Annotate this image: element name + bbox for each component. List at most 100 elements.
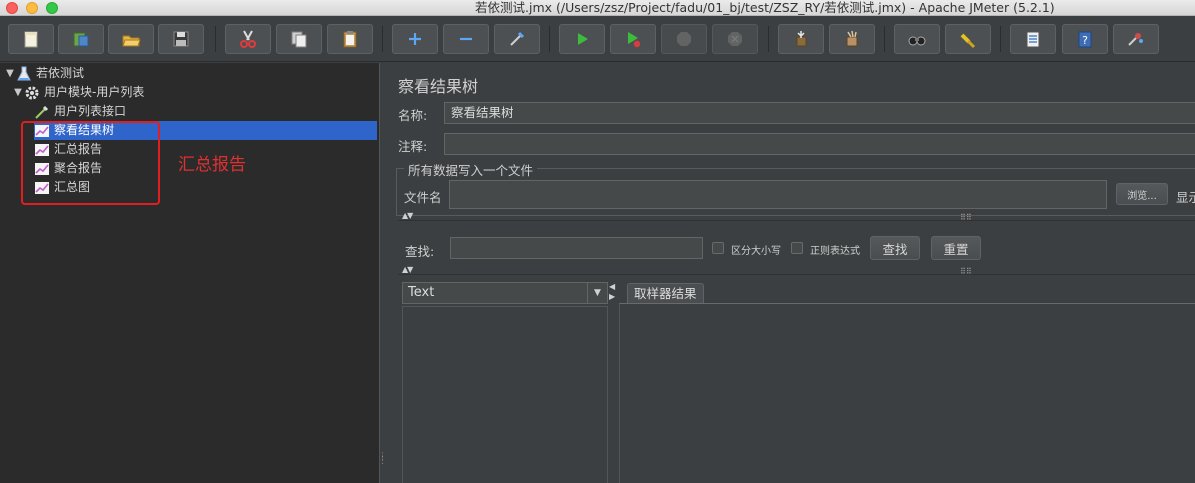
toolbar-separator (382, 26, 383, 52)
sampler-pipette-icon (34, 104, 50, 120)
svg-text:?: ? (1082, 34, 1088, 47)
remote-icon (1128, 33, 1143, 46)
panel-divider[interactable]: ▲▼ ⠿⠿ (398, 265, 1195, 276)
paste-button[interactable] (327, 24, 373, 54)
help-button[interactable]: ? (1062, 24, 1108, 54)
save-icon (173, 31, 189, 47)
window-title: 若依测试.jmx (/Users/zsz/Project/fadu/01_bj/… (475, 0, 1055, 15)
search-label: 查找: (405, 244, 435, 259)
expanded-arrow-icon[interactable]: ▼ (4, 64, 16, 83)
title-bar: 若依测试.jmx (/Users/zsz/Project/fadu/01_bj/… (0, 0, 1195, 16)
toolbar: ? (0, 16, 1195, 62)
divider-arrows-icon[interactable]: ▲▼ (402, 211, 413, 220)
window-minimize-button[interactable] (26, 2, 38, 14)
sample-result-list[interactable] (402, 306, 608, 483)
help-icon: ? (1078, 31, 1092, 48)
toolbar-separator (215, 26, 216, 52)
splitter-right-arrow-icon[interactable]: ▶ (609, 292, 615, 301)
start-button[interactable] (559, 24, 605, 54)
shutdown-icon (728, 32, 742, 46)
stop-icon (677, 32, 691, 46)
comment-field[interactable] (444, 133, 1195, 155)
new-icon (24, 31, 38, 48)
chevron-down-icon[interactable]: ▼ (587, 283, 607, 303)
vertical-splitter[interactable]: ◀ ▶ (608, 282, 618, 483)
thread-group-gear-icon (24, 85, 40, 101)
toolbar-separator (549, 26, 550, 52)
tree-node-test-plan[interactable]: ▼ 若依测试 (4, 64, 84, 83)
view-results-tree-panel: 察看结果树 名称: 察看结果树 注释: 所有数据写入一个文件 文件名 浏览...… (386, 63, 1195, 483)
tree-node-label: 若依测试 (36, 66, 85, 80)
expand-all-button[interactable] (392, 24, 438, 54)
templates-button[interactable] (58, 24, 104, 54)
divider-grip-icon[interactable]: ⠿⠿ (960, 267, 972, 276)
tree-node-label: 用户列表接口 (54, 104, 127, 118)
tab-sampler-result[interactable]: 取样器结果 (627, 283, 704, 303)
browse-button[interactable]: 浏览... (1116, 183, 1168, 205)
display-label: 显示 (1176, 190, 1195, 205)
panel-divider[interactable]: ▲▼ ⠿⠿ (398, 211, 1195, 222)
clear-all-icon (846, 30, 858, 47)
renderer-select-value: Text (408, 285, 435, 300)
filename-field[interactable] (449, 180, 1107, 209)
open-icon (122, 35, 141, 47)
find-button[interactable]: 查找 (870, 236, 920, 260)
toggle-button[interactable] (494, 24, 540, 54)
collapse-icon (460, 37, 472, 41)
tree-node-label: 用户模块-用户列表 (44, 85, 145, 99)
reset-search-button[interactable] (945, 24, 991, 54)
function-helper-icon (1026, 31, 1040, 48)
new-button[interactable] (8, 24, 54, 54)
copy-icon (291, 31, 307, 48)
window-maximize-button[interactable] (46, 2, 58, 14)
toolbar-separator (1000, 26, 1001, 52)
clear-all-button[interactable] (829, 24, 875, 54)
case-sensitive-checkbox[interactable] (712, 242, 724, 254)
tree-node-thread-group[interactable]: ▼ 用户模块-用户列表 (12, 83, 144, 102)
window-close-button[interactable] (6, 2, 18, 14)
start-icon (578, 33, 588, 45)
remote-button[interactable] (1113, 24, 1159, 54)
divider-arrows-icon[interactable]: ▲▼ (402, 265, 413, 274)
reset-button[interactable]: 重置 (931, 236, 981, 260)
search-button[interactable] (894, 24, 940, 54)
cut-button[interactable] (225, 24, 271, 54)
regex-label: 正则表达式 (810, 246, 860, 257)
clear-icon (796, 31, 807, 47)
copy-button[interactable] (276, 24, 322, 54)
splitter-grip-icon[interactable]: ⋮ ⋮ (378, 453, 387, 475)
paste-icon (343, 31, 357, 48)
toggle-icon (510, 31, 525, 46)
case-sensitive-label: 区分大小写 (731, 246, 781, 257)
save-button[interactable] (158, 24, 204, 54)
templates-icon (73, 32, 89, 47)
expanded-arrow-icon[interactable]: ▼ (12, 83, 24, 102)
function-helper-button[interactable] (1010, 24, 1056, 54)
clear-button[interactable] (778, 24, 824, 54)
renderer-select[interactable]: Text ▼ (402, 282, 608, 304)
sampler-result-content (619, 303, 1195, 483)
search-field[interactable] (450, 237, 703, 259)
tree-node-sampler[interactable]: 用户列表接口 (34, 102, 126, 121)
cut-icon (240, 30, 256, 48)
annotation-highlight-box (21, 121, 160, 205)
stop-button[interactable] (661, 24, 707, 54)
open-button[interactable] (108, 24, 154, 54)
shutdown-button[interactable] (712, 24, 758, 54)
name-label: 名称: (398, 108, 428, 123)
annotation-text: 汇总报告 (178, 155, 246, 175)
comment-label: 注释: (398, 139, 428, 154)
collapse-all-button[interactable] (443, 24, 489, 54)
panel-title: 察看结果树 (398, 77, 479, 96)
name-field[interactable]: 察看结果树 (444, 102, 1195, 124)
divider-grip-icon[interactable]: ⠿⠿ (960, 213, 972, 222)
expand-icon (409, 33, 421, 45)
reset-search-icon (960, 33, 976, 49)
start-no-pauses-button[interactable] (610, 24, 656, 54)
search-icon (908, 36, 926, 46)
regex-checkbox[interactable] (791, 242, 803, 254)
splitter-left-arrow-icon[interactable]: ◀ (609, 282, 615, 291)
test-plan-icon (16, 66, 32, 82)
filename-label: 文件名 (404, 190, 442, 205)
file-output-group-legend: 所有数据写入一个文件 (404, 160, 538, 179)
